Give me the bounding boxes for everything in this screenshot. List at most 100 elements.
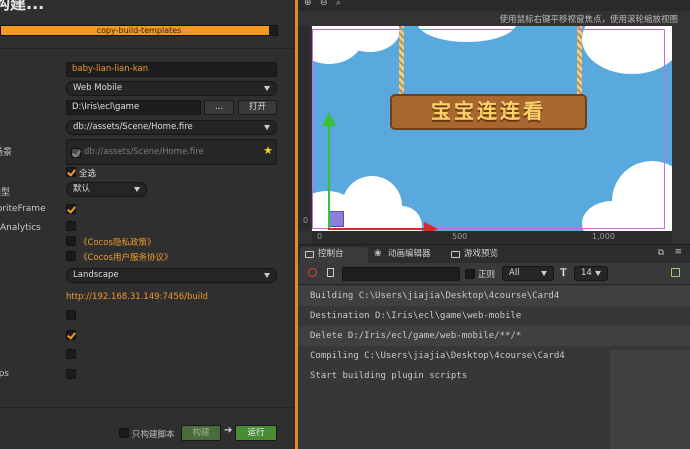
zoom-reset-icon[interactable]: ⌕ [336,0,341,8]
filter-input[interactable] [342,267,460,281]
start-scene-value: db://assets/Scene/Home.fire [73,122,193,132]
scene-toolbar: ⊕ ⊖ ⌕ [298,0,690,11]
tab-animation-editor[interactable]: ❀ 动画编辑器 [370,247,442,264]
tab-label: 动画编辑器 [388,249,431,259]
service-checkbox[interactable] [66,251,76,261]
game-name-field[interactable]: baby-lian-lian-kan [66,62,277,77]
divider [0,48,295,49]
run-button[interactable]: 运行 [235,425,277,441]
ruler-vertical: 0 [298,26,310,231]
start-scene-star-icon: ★ [263,144,273,157]
select-all-checkbox[interactable] [66,167,76,177]
log-line: Destination D:\Iris\ecl\game\web-mobile [298,306,690,326]
chevron-down-icon [264,86,270,91]
log-line: Building C:\Users\jiajia\Desktop\4course… [298,286,690,306]
editor-window: 构建... copy-build-templates baby-lian-lia… [0,0,690,449]
chevron-down-icon [134,187,140,192]
analytics-label: Analytics [0,223,41,233]
console-icon [305,251,314,258]
log-level-value: All [509,268,520,278]
panel-title: 构建... [0,0,45,13]
font-size-value: 14 [581,268,592,278]
regex-checkbox[interactable] [465,269,475,279]
analytics-checkbox[interactable] [66,221,76,231]
regex-label: 正则 [478,270,496,280]
chevron-down-icon [264,125,270,130]
y-axis-gizmo[interactable] [328,120,330,230]
tab-label: 游戏预览 [464,249,499,259]
arrow-right-icon: ➔ [224,425,233,436]
log-file-icon[interactable] [327,268,334,277]
open-folder-button[interactable]: 打开 [238,100,277,115]
merge-type-value: 默认 [73,184,91,194]
orientation-select[interactable]: Landscape [66,268,277,283]
ruler-horizontal: 0 500 1,000 [312,231,672,244]
animation-icon: ❀ [374,249,382,259]
only-script-label: 只构建脚本 [132,430,175,440]
console-toolbar: 正则 All Ⲧ 14 [298,263,690,285]
build-panel: 构建... copy-build-templates baby-lian-lia… [0,0,295,449]
log-level-select[interactable]: All [502,266,554,281]
merge-type-label: 类型 [0,188,11,198]
platform-value: Web Mobile [73,83,123,93]
overlay-shade [610,350,690,449]
preview-url-link[interactable]: http://192.168.31.149:7456/build [66,292,208,302]
chevron-down-icon [595,271,601,276]
font-size-icon: Ⲧ [560,266,567,279]
log-line: Delete D:/Iris/ecl/game/web-mobile/**/* [298,326,690,346]
option-checkbox-1[interactable] [66,310,76,320]
service-agreement-link[interactable]: 《Cocos用户服务协议》 [79,251,172,263]
ruler-y-tick: 0 [303,216,309,225]
sprite-frame-label: ...priteFrame [0,204,46,214]
platform-select[interactable]: Web Mobile [66,81,277,96]
build-button[interactable]: 构建 [181,425,221,441]
scene-list-box: db://assets/Scene/Home.fire ★ [66,139,277,165]
chevron-down-icon [264,273,270,278]
preview-icon [451,251,460,258]
ruler-x-tick: 500 [452,232,468,241]
ruler-x-tick: 1,000 [592,232,615,241]
option-checkbox-4[interactable] [66,369,76,379]
console-tabbar: 控制台 ❀ 动画编辑器 游戏预览 ⧉ ≡ [298,244,690,264]
zoom-out-icon[interactable]: ⊖ [320,0,328,8]
x-axis-gizmo[interactable] [328,228,426,230]
only-script-checkbox[interactable] [119,428,129,438]
font-size-select[interactable]: 14 [574,266,608,281]
orientation-value: Landscape [73,270,119,280]
x-arrow-icon[interactable] [424,222,438,231]
console-panel: 控制台 ❀ 动画编辑器 游戏预览 ⧉ ≡ 正则 All Ⲧ 14 Buildin… [298,244,690,449]
tab-console[interactable]: 控制台 [300,247,368,264]
scene-view[interactable]: ⊕ ⊖ ⌕ 使用鼠标右键平移视窗焦点，使用滚轮缩放视图 0 宝宝连连看 0 50… [298,0,690,244]
game-canvas[interactable]: 宝宝连连看 [312,26,672,231]
merge-type-select[interactable]: 默认 [66,182,147,197]
build-path-field[interactable]: D:\Iris\ecl\game [66,100,201,115]
chevron-down-icon [541,271,547,276]
sprite-frame-checkbox[interactable] [66,204,76,214]
scenes-label: 场景 [0,148,13,158]
divider [0,407,295,408]
tab-label: 控制台 [318,249,344,259]
build-progress-bar: copy-build-templates [0,25,278,36]
select-all-label: 全选 [79,169,97,179]
option-checkbox-2[interactable] [66,330,76,340]
browse-button[interactable]: ... [204,100,234,115]
origin-handle[interactable] [328,211,344,227]
privacy-policy-link[interactable]: 《Cocos隐私政策》 [79,236,155,248]
privacy-checkbox[interactable] [66,236,76,246]
maximize-icon[interactable]: ⧉ [658,248,664,258]
option-4-label: ...ps [0,369,9,379]
clear-icon[interactable] [308,268,317,277]
tab-game-preview[interactable]: 游戏预览 [446,247,512,264]
option-checkbox-3[interactable] [66,349,76,359]
start-scene-select[interactable]: db://assets/Scene/Home.fire [66,120,277,135]
menu-icon[interactable]: ≡ [674,247,682,257]
collapse-icon[interactable] [671,268,680,277]
canvas-bounds [312,29,665,229]
zoom-in-icon[interactable]: ⊕ [304,0,312,8]
scene-item-checkbox[interactable] [71,148,81,158]
progress-label: copy-build-templates [96,26,182,35]
ruler-x-tick: 0 [317,232,323,241]
scene-hint: 使用鼠标右键平移视窗焦点，使用滚轮缩放视图 [499,15,678,25]
y-arrow-icon[interactable] [322,112,336,126]
scene-item-label: db://assets/Scene/Home.fire [84,147,204,157]
